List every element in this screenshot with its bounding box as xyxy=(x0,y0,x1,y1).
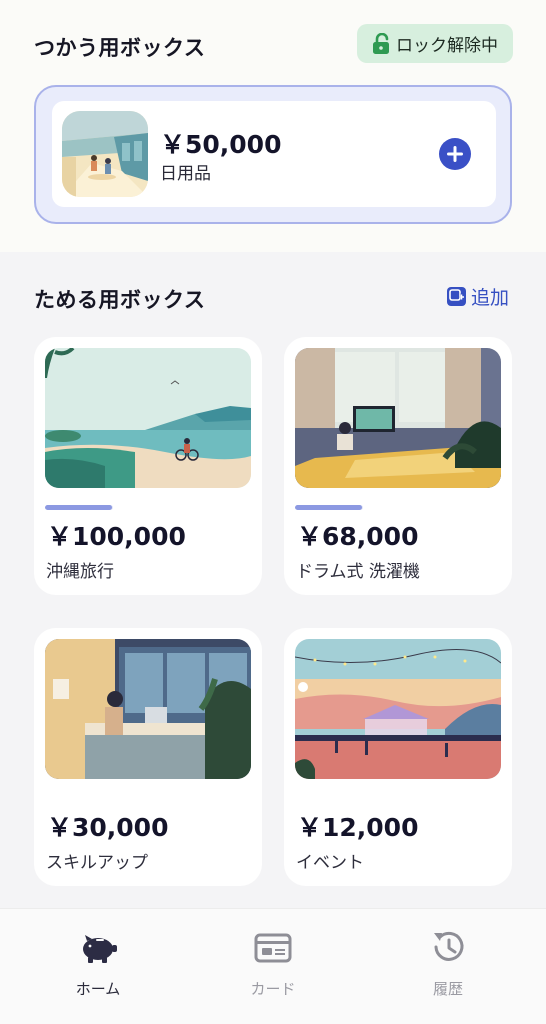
card-icon xyxy=(254,933,292,963)
lock-status-badge[interactable]: ロック解除中 xyxy=(357,24,513,63)
add-money-button[interactable] xyxy=(439,138,471,170)
tab-history-label: 履歴 xyxy=(432,980,463,998)
savings-box-amount: ￥30,000 xyxy=(47,813,169,842)
savings-box-amount: ￥100,000 xyxy=(47,522,186,551)
history-icon xyxy=(434,931,464,961)
savings-box-amount: ￥12,000 xyxy=(297,813,419,842)
savings-box-label: 沖縄旅行 xyxy=(46,562,114,582)
spend-box-amount: ￥50,000 xyxy=(160,130,282,159)
tab-home[interactable]: ホーム xyxy=(38,927,158,1007)
spend-box-image xyxy=(62,111,148,197)
lock-status-label: ロック解除中 xyxy=(396,36,498,56)
savings-progress-bar xyxy=(45,505,113,510)
savings-box-label: ドラム式 洗濯機 xyxy=(296,562,420,582)
savings-progress-fill xyxy=(295,505,363,510)
tab-history[interactable]: 履歴 xyxy=(388,927,508,1007)
add-box-button[interactable]: 追加 xyxy=(447,284,510,309)
spend-box-label: 日用品 xyxy=(160,164,211,184)
savings-box-card[interactable]: ￥100,000 沖縄旅行 xyxy=(34,337,262,595)
save-section-title: ためる用ボックス xyxy=(34,288,206,312)
add-box-label: 追加 xyxy=(471,286,510,309)
savings-box-label: イベント xyxy=(296,853,364,873)
plus-icon xyxy=(447,146,463,162)
savings-progress-fill xyxy=(45,505,113,510)
piggy-bank-icon xyxy=(83,935,117,963)
savings-box-image xyxy=(45,639,251,779)
spend-box-card[interactable]: ￥50,000 日用品 xyxy=(34,85,512,224)
savings-progress-bar xyxy=(295,505,363,510)
spend-section-title: つかう用ボックス xyxy=(34,36,206,60)
tab-home-label: ホーム xyxy=(75,980,121,998)
bottom-tab-bar: ホーム カード 履歴 xyxy=(0,908,546,1024)
add-box-icon xyxy=(447,286,466,306)
spend-box-inner: ￥50,000 日用品 xyxy=(52,101,496,207)
savings-box-amount: ￥68,000 xyxy=(297,522,419,551)
savings-box-card[interactable]: ￥12,000 イベント xyxy=(284,628,512,886)
unlocked-icon xyxy=(373,32,389,54)
tab-card[interactable]: カード xyxy=(213,927,333,1007)
savings-box-image xyxy=(295,639,501,779)
savings-box-card[interactable]: ￥30,000 スキルアップ xyxy=(34,628,262,886)
savings-box-card[interactable]: ￥68,000 ドラム式 洗濯機 xyxy=(284,337,512,595)
savings-box-image xyxy=(45,348,251,488)
savings-box-image xyxy=(295,348,501,488)
tab-card-label: カード xyxy=(250,980,296,998)
spend-section: つかう用ボックス ロック解除中 ￥50,000 日用品 xyxy=(0,0,546,252)
savings-box-label: スキルアップ xyxy=(46,853,148,873)
